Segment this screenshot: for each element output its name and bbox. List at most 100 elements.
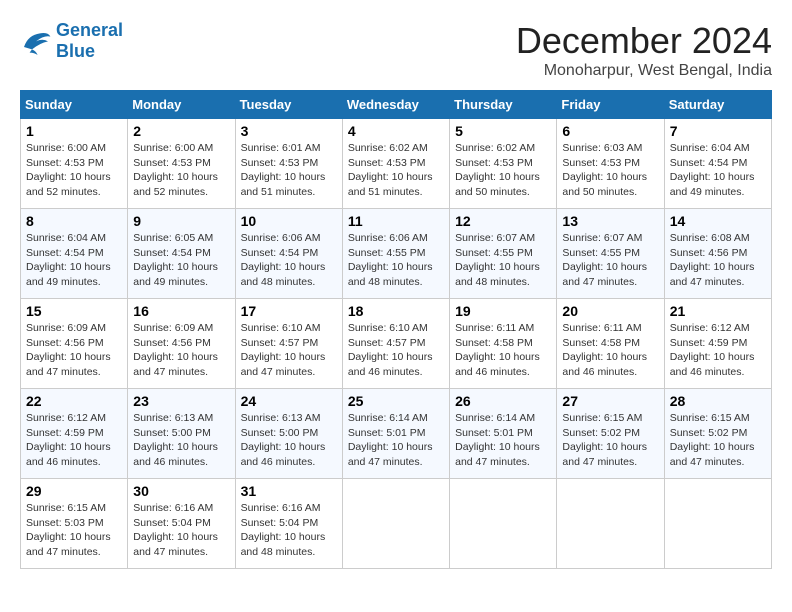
day-number: 2 (133, 123, 229, 139)
calendar-week-row: 1 Sunrise: 6:00 AMSunset: 4:53 PMDaylight… (21, 119, 772, 209)
day-number: 28 (670, 393, 766, 409)
calendar-cell: 24 Sunrise: 6:13 AMSunset: 5:00 PMDayligh… (235, 389, 342, 479)
calendar-cell: 19 Sunrise: 6:11 AMSunset: 4:58 PMDayligh… (450, 299, 557, 389)
calendar-cell (664, 479, 771, 569)
day-number: 21 (670, 303, 766, 319)
day-number: 10 (241, 213, 337, 229)
title-block: December 2024 Monoharpur, West Bengal, I… (516, 20, 772, 80)
cell-sun-info: Sunrise: 6:08 AMSunset: 4:56 PMDaylight:… (670, 231, 766, 290)
cell-sun-info: Sunrise: 6:09 AMSunset: 4:56 PMDaylight:… (26, 321, 122, 380)
cell-sun-info: Sunrise: 6:13 AMSunset: 5:00 PMDaylight:… (133, 411, 229, 470)
cell-sun-info: Sunrise: 6:10 AMSunset: 4:57 PMDaylight:… (348, 321, 444, 380)
cell-sun-info: Sunrise: 6:05 AMSunset: 4:54 PMDaylight:… (133, 231, 229, 290)
cell-sun-info: Sunrise: 6:14 AMSunset: 5:01 PMDaylight:… (348, 411, 444, 470)
calendar-cell (450, 479, 557, 569)
calendar-cell: 3 Sunrise: 6:01 AMSunset: 4:53 PMDaylight… (235, 119, 342, 209)
cell-sun-info: Sunrise: 6:00 AMSunset: 4:53 PMDaylight:… (133, 141, 229, 200)
calendar-cell: 13 Sunrise: 6:07 AMSunset: 4:55 PMDayligh… (557, 209, 664, 299)
col-wednesday: Wednesday (342, 91, 449, 119)
calendar-cell: 5 Sunrise: 6:02 AMSunset: 4:53 PMDaylight… (450, 119, 557, 209)
cell-sun-info: Sunrise: 6:00 AMSunset: 4:53 PMDaylight:… (26, 141, 122, 200)
day-number: 29 (26, 483, 122, 499)
logo-icon (20, 27, 52, 55)
cell-sun-info: Sunrise: 6:01 AMSunset: 4:53 PMDaylight:… (241, 141, 337, 200)
day-number: 5 (455, 123, 551, 139)
day-number: 20 (562, 303, 658, 319)
cell-sun-info: Sunrise: 6:12 AMSunset: 4:59 PMDaylight:… (26, 411, 122, 470)
calendar-cell: 7 Sunrise: 6:04 AMSunset: 4:54 PMDaylight… (664, 119, 771, 209)
calendar-cell: 28Sunrise: 6:15 AMSunset: 5:02 PMDayligh… (664, 389, 771, 479)
day-number: 7 (670, 123, 766, 139)
day-number: 23 (133, 393, 229, 409)
calendar-cell: 17 Sunrise: 6:10 AMSunset: 4:57 PMDayligh… (235, 299, 342, 389)
cell-sun-info: Sunrise: 6:16 AMSunset: 5:04 PMDaylight:… (133, 501, 229, 560)
location: Monoharpur, West Bengal, India (516, 62, 772, 80)
calendar-cell: 21 Sunrise: 6:12 AMSunset: 4:59 PMDayligh… (664, 299, 771, 389)
cell-sun-info: Sunrise: 6:15 AMSunset: 5:03 PMDaylight:… (26, 501, 122, 560)
calendar-cell: 20 Sunrise: 6:11 AMSunset: 4:58 PMDayligh… (557, 299, 664, 389)
day-number: 9 (133, 213, 229, 229)
day-number: 11 (348, 213, 444, 229)
day-number: 12 (455, 213, 551, 229)
calendar-cell: 2 Sunrise: 6:00 AMSunset: 4:53 PMDaylight… (128, 119, 235, 209)
cell-sun-info: Sunrise: 6:04 AMSunset: 4:54 PMDaylight:… (670, 141, 766, 200)
calendar-cell: 11 Sunrise: 6:06 AMSunset: 4:55 PMDayligh… (342, 209, 449, 299)
calendar-header-row: Sunday Monday Tuesday Wednesday Thursday… (21, 91, 772, 119)
calendar-week-row: 8Sunrise: 6:04 AMSunset: 4:54 PMDaylight… (21, 209, 772, 299)
calendar-week-row: 29 Sunrise: 6:15 AMSunset: 5:03 PMDayligh… (21, 479, 772, 569)
cell-sun-info: Sunrise: 6:06 AMSunset: 4:55 PMDaylight:… (348, 231, 444, 290)
calendar-cell (557, 479, 664, 569)
day-number: 18 (348, 303, 444, 319)
cell-sun-info: Sunrise: 6:03 AMSunset: 4:53 PMDaylight:… (562, 141, 658, 200)
cell-sun-info: Sunrise: 6:13 AMSunset: 5:00 PMDaylight:… (241, 411, 337, 470)
day-number: 6 (562, 123, 658, 139)
calendar-table: Sunday Monday Tuesday Wednesday Thursday… (20, 90, 772, 569)
cell-sun-info: Sunrise: 6:06 AMSunset: 4:54 PMDaylight:… (241, 231, 337, 290)
day-number: 17 (241, 303, 337, 319)
cell-sun-info: Sunrise: 6:04 AMSunset: 4:54 PMDaylight:… (26, 231, 122, 290)
col-monday: Monday (128, 91, 235, 119)
day-number: 15 (26, 303, 122, 319)
calendar-week-row: 15 Sunrise: 6:09 AMSunset: 4:56 PMDayligh… (21, 299, 772, 389)
day-number: 25 (348, 393, 444, 409)
cell-sun-info: Sunrise: 6:11 AMSunset: 4:58 PMDaylight:… (455, 321, 551, 380)
cell-sun-info: Sunrise: 6:11 AMSunset: 4:58 PMDaylight:… (562, 321, 658, 380)
cell-sun-info: Sunrise: 6:02 AMSunset: 4:53 PMDaylight:… (455, 141, 551, 200)
cell-sun-info: Sunrise: 6:07 AMSunset: 4:55 PMDaylight:… (562, 231, 658, 290)
cell-sun-info: Sunrise: 6:07 AMSunset: 4:55 PMDaylight:… (455, 231, 551, 290)
cell-sun-info: Sunrise: 6:10 AMSunset: 4:57 PMDaylight:… (241, 321, 337, 380)
calendar-cell: 31Sunrise: 6:16 AMSunset: 5:04 PMDayligh… (235, 479, 342, 569)
calendar-cell: 8Sunrise: 6:04 AMSunset: 4:54 PMDaylight… (21, 209, 128, 299)
calendar-cell: 30 Sunrise: 6:16 AMSunset: 5:04 PMDayligh… (128, 479, 235, 569)
logo-text: General Blue (56, 20, 123, 62)
col-saturday: Saturday (664, 91, 771, 119)
col-friday: Friday (557, 91, 664, 119)
day-number: 30 (133, 483, 229, 499)
day-number: 24 (241, 393, 337, 409)
day-number: 13 (562, 213, 658, 229)
calendar-cell: 4 Sunrise: 6:02 AMSunset: 4:53 PMDaylight… (342, 119, 449, 209)
calendar-cell: 26Sunrise: 6:14 AMSunset: 5:01 PMDayligh… (450, 389, 557, 479)
col-tuesday: Tuesday (235, 91, 342, 119)
col-thursday: Thursday (450, 91, 557, 119)
calendar-cell: 23 Sunrise: 6:13 AMSunset: 5:00 PMDayligh… (128, 389, 235, 479)
calendar-cell: 12 Sunrise: 6:07 AMSunset: 4:55 PMDayligh… (450, 209, 557, 299)
calendar-cell: 29 Sunrise: 6:15 AMSunset: 5:03 PMDayligh… (21, 479, 128, 569)
cell-sun-info: Sunrise: 6:09 AMSunset: 4:56 PMDaylight:… (133, 321, 229, 380)
day-number: 3 (241, 123, 337, 139)
day-number: 1 (26, 123, 122, 139)
col-sunday: Sunday (21, 91, 128, 119)
cell-sun-info: Sunrise: 6:14 AMSunset: 5:01 PMDaylight:… (455, 411, 551, 470)
logo: General Blue (20, 20, 123, 62)
day-number: 22 (26, 393, 122, 409)
day-number: 27 (562, 393, 658, 409)
day-number: 14 (670, 213, 766, 229)
day-number: 31 (241, 483, 337, 499)
page-header: General Blue December 2024 Monoharpur, W… (20, 20, 772, 80)
day-number: 19 (455, 303, 551, 319)
cell-sun-info: Sunrise: 6:02 AMSunset: 4:53 PMDaylight:… (348, 141, 444, 200)
calendar-cell: 14 Sunrise: 6:08 AMSunset: 4:56 PMDayligh… (664, 209, 771, 299)
calendar-cell: 18 Sunrise: 6:10 AMSunset: 4:57 PMDayligh… (342, 299, 449, 389)
day-number: 4 (348, 123, 444, 139)
cell-sun-info: Sunrise: 6:12 AMSunset: 4:59 PMDaylight:… (670, 321, 766, 380)
